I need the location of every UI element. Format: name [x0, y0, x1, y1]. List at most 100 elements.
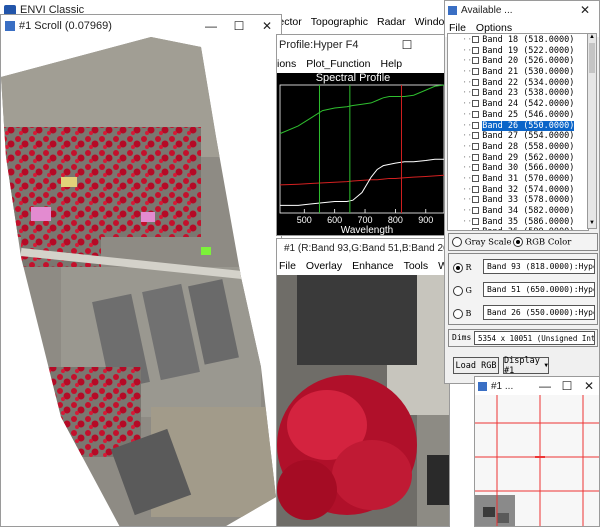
- band-node-icon: [472, 185, 480, 193]
- scroll-down-icon[interactable]: ▼: [588, 220, 596, 228]
- band-list-item[interactable]: ·· Band 36 (590.0000): [448, 227, 588, 230]
- maximize-icon[interactable]: ☐: [393, 35, 421, 55]
- band-list-item[interactable]: ·· Band 28 (558.0000): [448, 142, 588, 153]
- menu-help[interactable]: Help: [380, 58, 402, 70]
- maximize-icon[interactable]: ☐: [225, 15, 253, 37]
- menu-radar[interactable]: Radar: [377, 16, 406, 30]
- bands-titlebar: Available ... ✕: [445, 1, 599, 19]
- minimize-icon[interactable]: —: [535, 377, 555, 395]
- band-list-item[interactable]: ·· Band 34 (582.0000): [448, 206, 588, 217]
- band-list-item[interactable]: ·· Band 19 (522.0000): [448, 46, 588, 57]
- gray-scale-radio[interactable]: Gray Scale: [452, 237, 512, 248]
- band-label: Band 32 (574.0000): [482, 184, 575, 195]
- band-label: Band 24 (542.0000): [482, 99, 575, 110]
- band-label: Band 29 (562.0000): [482, 152, 575, 163]
- band-list-item[interactable]: ·· Band 30 (566.0000): [448, 163, 588, 174]
- maximize-icon[interactable]: ☐: [557, 377, 577, 395]
- zoom-window: #1 ... — ☐ ✕: [474, 376, 600, 527]
- b-radio[interactable]: B: [453, 309, 471, 319]
- display-select-button[interactable]: Display #1 ▼: [503, 356, 549, 376]
- r-band-field[interactable]: Band 93 (818.0000):Hyper F4: [483, 259, 595, 274]
- g-band-field[interactable]: Band 51 (650.0000):Hyper F4: [483, 282, 595, 297]
- band-list[interactable]: ·· Band 18 (518.0000) ·· Band 19 (522.0000)…: [447, 33, 589, 231]
- spectral-profile-window: Profile:Hyper F4 ☐ ions Plot_Function He…: [276, 34, 448, 236]
- rgb-color-radio[interactable]: RGB Color: [513, 237, 571, 248]
- r-label: R: [465, 263, 472, 272]
- band-node-icon: [472, 217, 480, 225]
- band-label: Band 19 (522.0000): [482, 45, 575, 56]
- image-menubar: File Overlay Enhance Tools Window: [277, 257, 449, 275]
- band-label: Band 25 (546.0000): [482, 109, 575, 120]
- close-icon[interactable]: ✕: [579, 377, 599, 395]
- tree-connector: ··: [462, 67, 473, 78]
- scroll-up-icon[interactable]: ▲: [588, 34, 596, 42]
- band-list-item[interactable]: ·· Band 21 (530.0000): [448, 67, 588, 78]
- profile-plot-area[interactable]: Spectral Profile 500 600 700 800 900 Wavelen…: [277, 72, 447, 235]
- band-label: Band 28 (558.0000): [482, 141, 575, 152]
- band-list-item[interactable]: ·· Band 31 (570.0000): [448, 174, 588, 185]
- band-list-item[interactable]: ·· Band 22 (534.0000): [448, 78, 588, 89]
- tree-connector: ··: [462, 195, 473, 206]
- band-list-item[interactable]: ·· Band 23 (538.0000): [448, 88, 588, 99]
- spectral-series-line: [280, 158, 444, 206]
- b-label: B: [465, 309, 472, 318]
- menu-plot-function[interactable]: Plot_Function: [306, 58, 370, 70]
- minimize-icon[interactable]: —: [197, 15, 225, 37]
- scroll-image-area[interactable]: [1, 37, 281, 526]
- band-list-item[interactable]: ·· Band 29 (562.0000): [448, 153, 588, 164]
- x-tick-label: 800: [388, 215, 403, 225]
- dims-field: 5354 x 10051 (Unsigned Int) [B: [474, 331, 595, 345]
- rgb-color-label: RGB Color: [525, 237, 572, 248]
- zoom-display-area[interactable]: [475, 395, 599, 526]
- menu-enhance[interactable]: Enhance: [352, 260, 393, 272]
- tree-connector: ··: [462, 163, 473, 174]
- zoom-content: [475, 395, 599, 526]
- band-node-icon: [472, 164, 480, 172]
- band-list-item[interactable]: ·· Band 27 (554.0000): [448, 131, 588, 142]
- band-list-item[interactable]: ·· Band 24 (542.0000): [448, 99, 588, 110]
- rgb-channel-group: R Band 93 (818.0000):Hyper F4 G Band 51 …: [448, 253, 598, 325]
- g-radio[interactable]: G: [453, 286, 472, 296]
- profile-title: Profile:Hyper F4: [279, 39, 359, 51]
- load-rgb-button[interactable]: Load RGB: [453, 357, 499, 374]
- band-node-icon: [472, 153, 480, 161]
- band-list-scrollbar[interactable]: ▲ ▼: [587, 33, 597, 229]
- band-label: Band 18 (518.0000): [482, 35, 575, 45]
- band-node-icon: [472, 132, 480, 140]
- tree-connector: ··: [462, 206, 473, 216]
- r-radio[interactable]: R: [453, 263, 472, 273]
- x-tick-label: 900: [418, 215, 433, 225]
- band-label: Band 35 (586.0000): [482, 216, 575, 227]
- band-label: Band 20 (526.0000): [482, 56, 575, 67]
- tree-connector: ··: [462, 109, 473, 120]
- chevron-down-icon: ▼: [544, 362, 548, 369]
- image-window: #1 (R:Band 93,G:Band 51,B:Band 26):H... …: [276, 238, 450, 527]
- scroll-thumb[interactable]: [589, 43, 595, 73]
- band-list-item[interactable]: ·· Band 35 (586.0000): [448, 217, 588, 228]
- close-icon[interactable]: ✕: [571, 1, 599, 19]
- menu-tools[interactable]: Tools: [404, 260, 429, 272]
- menu-overlay[interactable]: Overlay: [306, 260, 342, 272]
- band-list-item[interactable]: ·· Band 26 (550.0000): [448, 120, 588, 132]
- gray-scale-label: Gray Scale: [464, 237, 512, 248]
- dims-row: Dims 5354 x 10051 (Unsigned Int) [B: [448, 329, 598, 347]
- band-list-item[interactable]: ·· Band 18 (518.0000): [448, 35, 588, 46]
- band-list-item[interactable]: ·· Band 25 (546.0000): [448, 110, 588, 121]
- menu-topographic[interactable]: Topographic: [311, 16, 368, 30]
- zoom-title: #1 ...: [491, 380, 514, 392]
- image-display-area[interactable]: [277, 275, 449, 526]
- menu-file[interactable]: File: [279, 260, 296, 272]
- band-list-item[interactable]: ·· Band 20 (526.0000): [448, 56, 588, 67]
- band-label: Band 33 (578.0000): [482, 195, 575, 206]
- g-label: G: [465, 286, 472, 295]
- tree-connector: ··: [462, 35, 473, 45]
- band-label: Band 22 (534.0000): [482, 77, 575, 88]
- menu-options[interactable]: ions: [277, 58, 296, 70]
- b-band-field[interactable]: Band 26 (550.0000):Hyper F4: [483, 305, 595, 320]
- band-node-icon: [472, 78, 480, 86]
- band-node-icon: [472, 142, 480, 150]
- x-tick-label: 600: [327, 215, 342, 225]
- band-list-item[interactable]: ·· Band 33 (578.0000): [448, 195, 588, 206]
- band-list-item[interactable]: ·· Band 32 (574.0000): [448, 185, 588, 196]
- display-mode-group: Gray Scale RGB Color: [448, 233, 598, 251]
